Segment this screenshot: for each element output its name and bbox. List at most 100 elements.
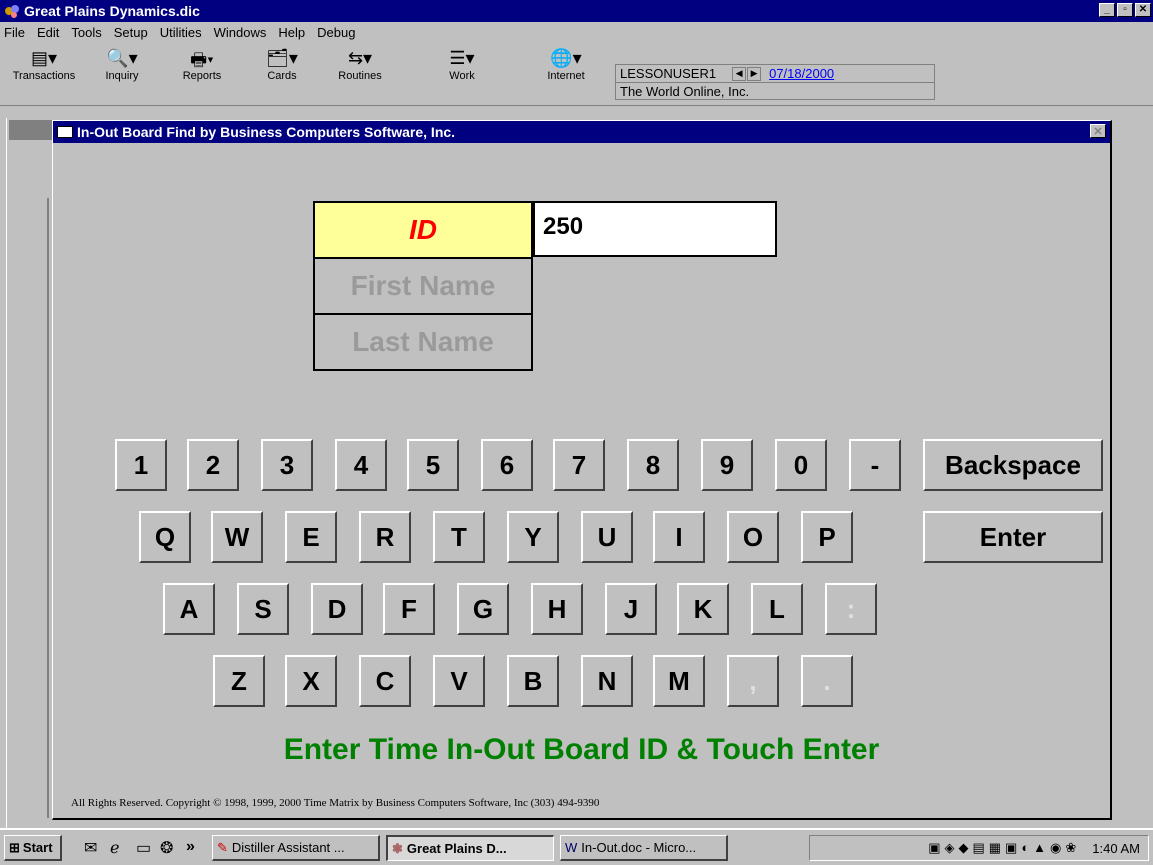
company-name: The World Online, Inc. — [620, 83, 750, 99]
work-icon: ☰▾ — [449, 48, 475, 68]
key-7[interactable]: 7 — [553, 439, 605, 491]
key-i[interactable]: I — [653, 511, 705, 563]
key-9[interactable]: 9 — [701, 439, 753, 491]
key-1[interactable]: 1 — [115, 439, 167, 491]
key-q[interactable]: Q — [139, 511, 191, 563]
date-nav: ◀ ▶ — [732, 66, 762, 81]
prev-arrow-icon[interactable]: ◀ — [732, 66, 747, 81]
dialog-close-button[interactable]: ✕ — [1090, 124, 1106, 138]
key-j[interactable]: J — [605, 583, 657, 635]
key-0[interactable]: 0 — [775, 439, 827, 491]
key-c[interactable]: C — [359, 655, 411, 707]
tray-clock[interactable]: 1:40 AM — [1092, 841, 1140, 856]
key-s[interactable]: S — [237, 583, 289, 635]
key-p[interactable]: P — [801, 511, 853, 563]
desktop-icon[interactable]: ▭ — [136, 838, 151, 858]
taskbar-distiller[interactable]: ✎ Distiller Assistant ... — [212, 835, 380, 861]
user-info-panel: LESSONUSER1 ◀ ▶ 07/18/2000 The World Onl… — [615, 64, 935, 100]
enter-button[interactable]: Enter — [923, 511, 1103, 563]
key-u[interactable]: U — [581, 511, 633, 563]
key-b[interactable]: B — [507, 655, 559, 707]
toolbar-routines[interactable]: ⇆▾ Routines — [324, 48, 396, 104]
key-f[interactable]: F — [383, 583, 435, 635]
key-comma[interactable]: , — [727, 655, 779, 707]
taskbar-word-doc[interactable]: W In-Out.doc - Micro... — [560, 835, 728, 861]
channels-icon[interactable]: ❂ — [160, 838, 173, 858]
taskbar-label: In-Out.doc - Micro... — [581, 840, 697, 855]
key-x[interactable]: X — [285, 655, 337, 707]
key-a[interactable]: A — [163, 583, 215, 635]
menu-edit[interactable]: Edit — [37, 25, 59, 40]
key-m[interactable]: M — [653, 655, 705, 707]
toolbar-inquiry[interactable]: 🔍▾ Inquiry — [86, 48, 158, 104]
menu-windows[interactable]: Windows — [214, 25, 267, 40]
background-window — [6, 118, 56, 838]
key-3[interactable]: 3 — [261, 439, 313, 491]
key-z[interactable]: Z — [213, 655, 265, 707]
toolbar-label: Reports — [182, 70, 222, 82]
outlook-express-icon[interactable]: ✉ — [84, 838, 97, 858]
backspace-button[interactable]: Backspace — [923, 439, 1103, 491]
key-4[interactable]: 4 — [335, 439, 387, 491]
user-date-link[interactable]: 07/18/2000 — [769, 66, 834, 81]
key-8[interactable]: 8 — [627, 439, 679, 491]
menu-utilities[interactable]: Utilities — [160, 25, 202, 40]
word-doc-icon: W — [565, 840, 578, 855]
menu-tools[interactable]: Tools — [71, 25, 101, 40]
reports-icon: 🖶▾ — [190, 50, 214, 70]
background-window-edge — [47, 198, 49, 818]
toolbar-label: Work — [449, 70, 475, 82]
key-e[interactable]: E — [285, 511, 337, 563]
key-5[interactable]: 5 — [407, 439, 459, 491]
toolbar-reports[interactable]: 🖶▾ Reports — [166, 48, 238, 104]
minimize-button[interactable]: _ — [1099, 3, 1115, 17]
id-input[interactable]: 250 — [533, 201, 777, 257]
key-h[interactable]: H — [531, 583, 583, 635]
key-n[interactable]: N — [581, 655, 633, 707]
toolbar-cards[interactable]: 🗂▾ Cards — [246, 48, 318, 104]
key-6[interactable]: 6 — [481, 439, 533, 491]
key-colon[interactable]: : — [825, 583, 877, 635]
menu-file[interactable]: File — [4, 25, 25, 40]
start-button[interactable]: ⊞ Start — [4, 835, 62, 861]
tray-icons[interactable]: ▣◈◆▤▦▣◐▲◉❀ — [928, 840, 1080, 856]
taskbar-great-plains[interactable]: ❃ Great Plains D... — [386, 835, 554, 861]
key-g[interactable]: G — [457, 583, 509, 635]
key-t[interactable]: T — [433, 511, 485, 563]
quicklaunch-overflow[interactable]: » — [186, 838, 195, 856]
window-icon — [57, 126, 73, 138]
key-y[interactable]: Y — [507, 511, 559, 563]
toolbar-internet[interactable]: 🌐▾ Internet — [530, 48, 602, 104]
last-name-field-button[interactable]: Last Name — [313, 313, 533, 371]
key-k[interactable]: K — [677, 583, 729, 635]
key-w[interactable]: W — [211, 511, 263, 563]
app-titlebar: Great Plains Dynamics.dic _ ▫ ✕ — [0, 0, 1153, 22]
menu-bar: File Edit Tools Setup Utilities Windows … — [0, 22, 1153, 42]
menu-help[interactable]: Help — [278, 25, 305, 40]
toolbar-work[interactable]: ☰▾ Work — [426, 48, 498, 104]
id-field-button[interactable]: ID — [313, 201, 533, 259]
windows-logo-icon: ⊞ — [9, 839, 20, 855]
internet-explorer-icon[interactable]: ℯ — [110, 838, 119, 858]
key-dash[interactable]: - — [849, 439, 901, 491]
key-period[interactable]: . — [801, 655, 853, 707]
toolbar-transactions[interactable]: ▤▾ Transactions — [8, 48, 80, 104]
menu-setup[interactable]: Setup — [114, 25, 148, 40]
key-d[interactable]: D — [311, 583, 363, 635]
taskbar-label: Great Plains D... — [406, 841, 507, 856]
first-name-field-button[interactable]: First Name — [313, 257, 533, 315]
close-button[interactable]: ✕ — [1135, 3, 1151, 17]
user-row: LESSONUSER1 ◀ ▶ 07/18/2000 — [615, 64, 935, 82]
dialog-titlebar: In-Out Board Find by Business Computers … — [53, 121, 1110, 143]
key-v[interactable]: V — [433, 655, 485, 707]
app-title: Great Plains Dynamics.dic — [24, 3, 200, 19]
key-l[interactable]: L — [751, 583, 803, 635]
instruction-prompt: Enter Time In-Out Board ID & Touch Enter — [283, 733, 880, 766]
toolbar-label: Transactions — [12, 70, 76, 82]
next-arrow-icon[interactable]: ▶ — [747, 66, 762, 81]
key-2[interactable]: 2 — [187, 439, 239, 491]
key-o[interactable]: O — [727, 511, 779, 563]
menu-debug[interactable]: Debug — [317, 25, 355, 40]
key-r[interactable]: R — [359, 511, 411, 563]
restore-button[interactable]: ▫ — [1117, 3, 1133, 17]
